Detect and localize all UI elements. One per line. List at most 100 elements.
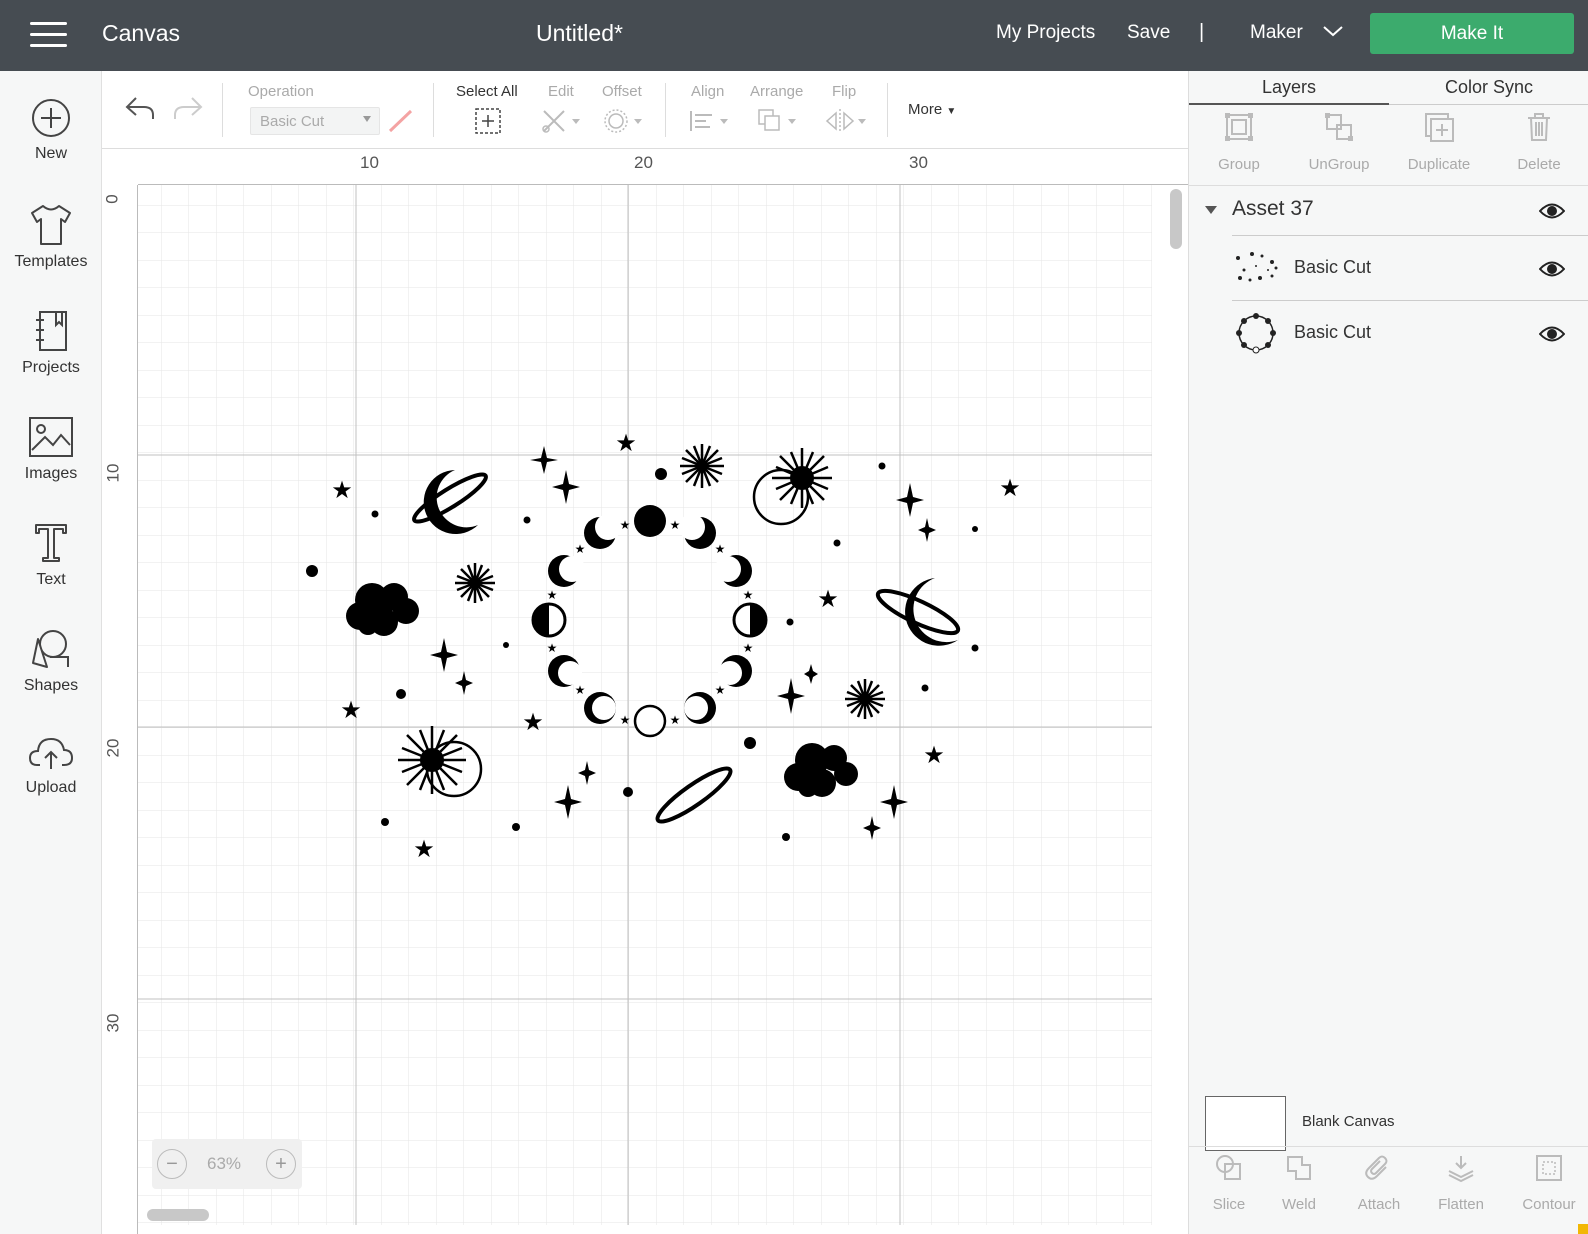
tab-color-sync[interactable]: Color Sync <box>1389 71 1588 105</box>
layer-row[interactable]: Basic Cut <box>1232 235 1588 300</box>
attach-button[interactable]: Attach <box>1339 1153 1419 1213</box>
operation-value: Basic Cut <box>260 113 325 130</box>
ruler-left-label: 30 <box>103 1013 123 1033</box>
zoom-in-button[interactable]: + <box>266 1149 296 1179</box>
paperclip-icon <box>1365 1155 1388 1180</box>
nav-upload[interactable]: Upload <box>0 733 102 833</box>
nav-shapes-label: Shapes <box>23 677 79 694</box>
nav-images[interactable]: Images <box>0 415 102 515</box>
slice-button[interactable]: Slice <box>1189 1153 1269 1213</box>
weld-label: Weld <box>1282 1196 1316 1213</box>
toolbar-divider <box>433 83 434 137</box>
nav-text[interactable]: Text <box>0 521 102 621</box>
arrange-icon[interactable] <box>756 107 800 135</box>
flatten-label: Flatten <box>1438 1196 1484 1213</box>
nav-templates[interactable]: Templates <box>0 203 102 303</box>
svg-text:★: ★ <box>547 588 558 602</box>
svg-text:★: ★ <box>670 713 681 727</box>
svg-text:★: ★ <box>522 708 544 736</box>
machine-select[interactable]: Maker <box>1250 20 1354 50</box>
offset-icon[interactable] <box>602 107 646 135</box>
edit-scissors-icon[interactable] <box>540 107 584 135</box>
slice-icon <box>1216 1155 1241 1180</box>
toolbar-divider <box>887 83 888 137</box>
blank-canvas-swatch[interactable] <box>1205 1096 1286 1151</box>
svg-text:★: ★ <box>715 683 726 697</box>
zoom-out-button[interactable]: − <box>157 1149 187 1179</box>
flip-icon[interactable] <box>824 107 868 135</box>
svg-text:★: ★ <box>670 518 681 532</box>
delete-button[interactable]: Delete <box>1489 111 1588 173</box>
layer-row[interactable]: Basic Cut <box>1232 300 1588 365</box>
more-button[interactable]: More ▼ <box>908 101 956 118</box>
cloud-upload-icon <box>28 737 74 769</box>
horizontal-scrollbar[interactable] <box>147 1209 209 1221</box>
select-all-label: Select All <box>456 83 518 100</box>
app-title: Canvas <box>102 20 180 46</box>
edit-toolbar: Operation Basic Cut Select All Edit Offs… <box>102 71 1188 149</box>
svg-text:★: ★ <box>413 835 435 863</box>
svg-text:★: ★ <box>547 641 558 655</box>
attach-label: Attach <box>1357 1196 1401 1213</box>
slice-label: Slice <box>1212 1196 1246 1213</box>
select-all-icon[interactable] <box>474 107 502 135</box>
eye-icon[interactable] <box>1539 325 1565 343</box>
layers-panel: Layers Color Sync Group UnGroup Duplicat… <box>1188 71 1588 1234</box>
svg-text:★: ★ <box>817 585 839 613</box>
ruler-top: 10 20 30 <box>138 149 1188 185</box>
nav-new-label: New <box>34 145 67 162</box>
group-button[interactable]: Group <box>1189 111 1289 173</box>
svg-text:★: ★ <box>340 696 362 724</box>
hamburger-menu-icon[interactable] <box>30 22 67 48</box>
eye-icon[interactable] <box>1539 260 1565 278</box>
pen-color-swatch-icon[interactable] <box>386 107 416 135</box>
my-projects-link[interactable]: My Projects <box>996 22 1095 44</box>
delete-label: Delete <box>1517 156 1561 173</box>
more-label: More <box>908 101 943 118</box>
document-title[interactable]: Untitled* <box>536 20 623 47</box>
contour-button[interactable]: Contour <box>1509 1153 1588 1213</box>
contour-icon <box>1536 1155 1562 1181</box>
eye-icon[interactable] <box>1539 202 1565 220</box>
redo-icon[interactable] <box>172 95 204 121</box>
svg-text:★: ★ <box>575 542 586 556</box>
cutting-mat-grid: ★ ★ ★ ★ ★ ★ ★ ★ ★ ★ ★ ★ ★ ★ ★ ★ ★ ★ ★ ★ <box>138 185 1152 1225</box>
duplicate-button[interactable]: Duplicate <box>1389 111 1489 173</box>
nav-new[interactable]: New <box>0 97 102 197</box>
nav-images-label: Images <box>24 465 78 482</box>
caret-down-icon: ▼ <box>946 106 957 117</box>
save-link[interactable]: Save <box>1127 22 1170 44</box>
undo-icon[interactable] <box>124 95 156 121</box>
nav-shapes[interactable]: Shapes <box>0 627 102 727</box>
operation-label: Operation <box>248 83 314 100</box>
flatten-button[interactable]: Flatten <box>1421 1153 1501 1213</box>
vertical-scrollbar[interactable] <box>1170 189 1182 249</box>
svg-text:★: ★ <box>331 476 353 504</box>
moon-phase <box>584 692 616 724</box>
ruler-top-label: 20 <box>634 153 653 172</box>
collapse-arrow-icon[interactable] <box>1205 206 1217 214</box>
left-nav: New Templates Projects Images Text Shape… <box>0 71 102 1234</box>
design-canvas[interactable]: 10 20 30 0 10 20 30 ★ ★ ★ ★ ★ ★ ★ ★ ★ ★ … <box>102 149 1188 1234</box>
nav-upload-label: Upload <box>25 779 77 796</box>
layer-group-name: Asset 37 <box>1232 197 1314 220</box>
ruler-left-label: 10 <box>103 463 123 483</box>
nav-projects-label: Projects <box>22 359 80 376</box>
top-bar: Canvas Untitled* My Projects Save | Make… <box>0 0 1588 71</box>
plus-circle-icon <box>32 99 70 137</box>
toolbar-divider <box>222 83 223 137</box>
tab-layers[interactable]: Layers <box>1189 71 1389 105</box>
svg-text:★: ★ <box>615 429 637 457</box>
ruler-top-label: 10 <box>360 153 379 172</box>
operation-select[interactable]: Basic Cut <box>250 107 380 135</box>
svg-text:★: ★ <box>575 683 586 697</box>
ungroup-icon <box>1325 113 1353 141</box>
trash-icon <box>1528 113 1550 141</box>
align-icon[interactable] <box>688 107 732 135</box>
layer-group-asset[interactable]: Asset 37 <box>1189 185 1588 235</box>
svg-text:★: ★ <box>999 474 1021 502</box>
weld-button[interactable]: Weld <box>1259 1153 1339 1213</box>
make-it-button[interactable]: Make It <box>1370 13 1574 54</box>
ungroup-button[interactable]: UnGroup <box>1289 111 1389 173</box>
nav-projects[interactable]: Projects <box>0 309 102 409</box>
